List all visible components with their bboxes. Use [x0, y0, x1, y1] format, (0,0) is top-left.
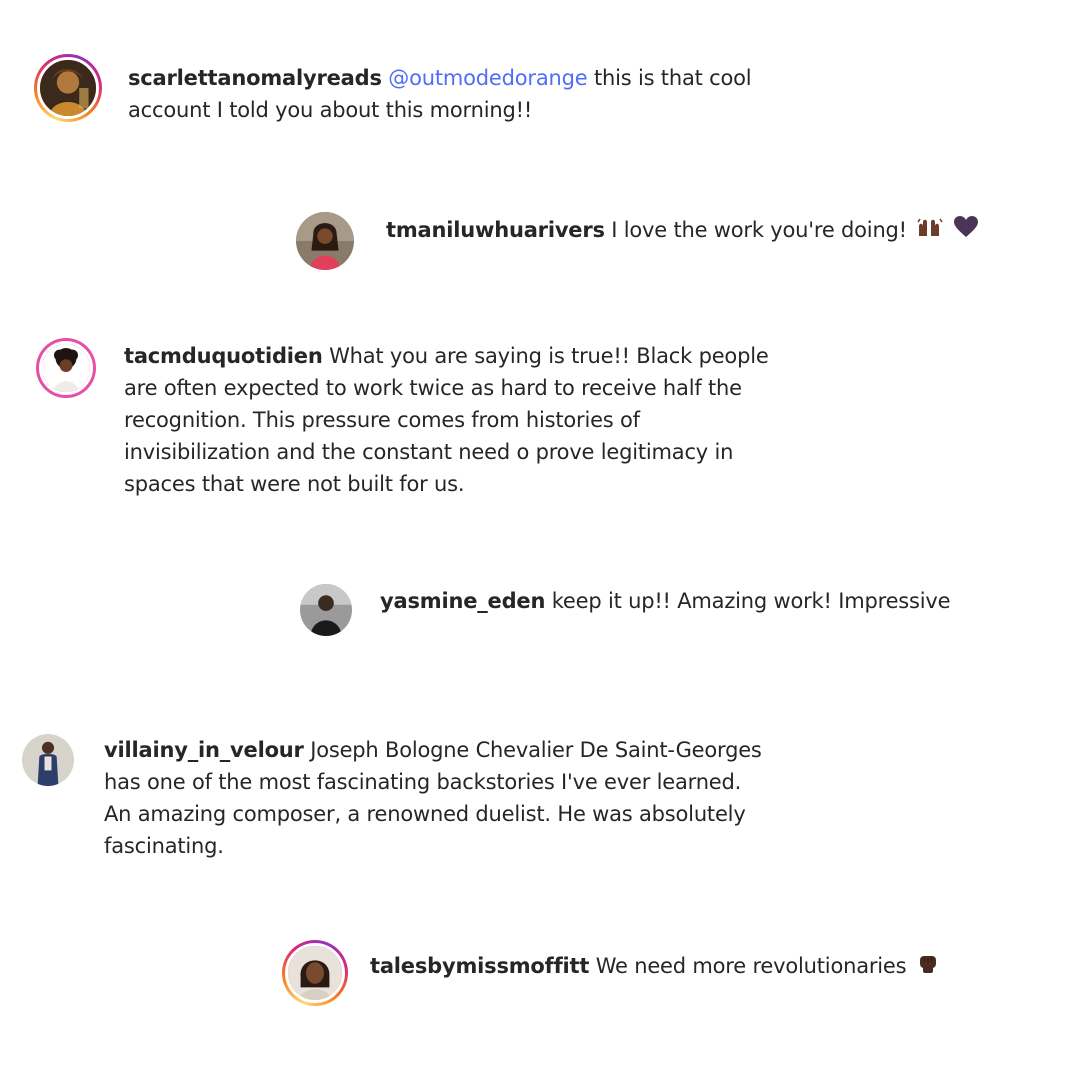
- comment-text-line: invisibilization and the constant need o…: [124, 440, 734, 464]
- comment-item: tacmduquotidien What you are saying is t…: [36, 338, 844, 500]
- comment-text: account I told you about this morning!!: [128, 98, 533, 122]
- avatar[interactable]: [296, 212, 354, 270]
- comment-body: yasmine_eden keep it up!! Amazing work! …: [380, 585, 951, 617]
- comment-body: tacmduquotidien What you are saying is t…: [124, 340, 844, 500]
- comment-text-line: What you are saying is true!! Black peop…: [329, 344, 769, 368]
- comment-body: talesbymissmoffitt We need more revoluti…: [370, 950, 939, 983]
- comment-text: this is that cool: [593, 66, 752, 90]
- avatar-image: [285, 943, 345, 1003]
- avatar-image: [39, 341, 93, 395]
- avatar-photo-icon: [40, 60, 96, 116]
- comment-item: villainy_in_velour Joseph Bologne Cheval…: [22, 734, 824, 862]
- avatar[interactable]: [22, 734, 74, 786]
- comment-mention-link[interactable]: @outmodedorange: [388, 66, 587, 90]
- avatar-image: [37, 57, 99, 119]
- avatar-image: [22, 734, 74, 786]
- comment-body: tmaniluwhuarivers I love the work you're…: [386, 214, 978, 247]
- comment-item: yasmine_eden keep it up!! Amazing work! …: [300, 584, 951, 636]
- avatar-image: [296, 212, 354, 270]
- avatar-photo-icon: [22, 734, 74, 786]
- comment-body: villainy_in_velour Joseph Bologne Cheval…: [104, 734, 824, 862]
- avatar[interactable]: [282, 940, 348, 1006]
- avatar-photo-icon: [42, 344, 90, 392]
- comment-username[interactable]: scarlettanomalyreads: [128, 66, 382, 90]
- comment-text: We need more revolutionaries: [595, 954, 907, 978]
- comment-username[interactable]: yasmine_eden: [380, 589, 545, 613]
- comment-text: I love the work you're doing!: [611, 218, 907, 242]
- comment-text-line: fascinating.: [104, 834, 224, 858]
- comment-body: scarlettanomalyreads @outmodedorange thi…: [128, 62, 828, 126]
- purple-heart-icon: [953, 215, 978, 247]
- avatar-photo-icon: [288, 946, 342, 1000]
- avatar-image: [300, 584, 352, 636]
- avatar-photo-icon: [300, 584, 352, 636]
- comment-text-line: are often expected to work twice as hard…: [124, 376, 742, 400]
- avatar-photo-icon: [296, 212, 354, 270]
- comment-item: tmaniluwhuarivers I love the work you're…: [296, 212, 978, 270]
- comment-item: scarlettanomalyreads @outmodedorange thi…: [34, 54, 828, 126]
- comment-username[interactable]: tmaniluwhuarivers: [386, 218, 605, 242]
- avatar[interactable]: [34, 54, 102, 122]
- avatar[interactable]: [300, 584, 352, 636]
- comment-text-line: spaces that were not built for us.: [124, 472, 465, 496]
- comment-text: keep it up!! Amazing work! Impressive: [551, 589, 951, 613]
- comment-item: talesbymissmoffitt We need more revoluti…: [282, 940, 939, 1006]
- comment-username[interactable]: talesbymissmoffitt: [370, 954, 589, 978]
- avatar[interactable]: [36, 338, 96, 398]
- comment-text-line: An amazing composer, a renowned duelist.…: [104, 802, 746, 826]
- comment-text-line: has one of the most fascinating backstor…: [104, 770, 742, 794]
- comment-username[interactable]: tacmduquotidien: [124, 344, 323, 368]
- raised-fist-icon: [917, 951, 939, 983]
- comment-username[interactable]: villainy_in_velour: [104, 738, 304, 762]
- comment-text-line: recognition. This pressure comes from hi…: [124, 408, 640, 432]
- comment-text-line: Joseph Bologne Chevalier De Saint-George…: [310, 738, 762, 762]
- raising-hands-icon: [917, 215, 944, 247]
